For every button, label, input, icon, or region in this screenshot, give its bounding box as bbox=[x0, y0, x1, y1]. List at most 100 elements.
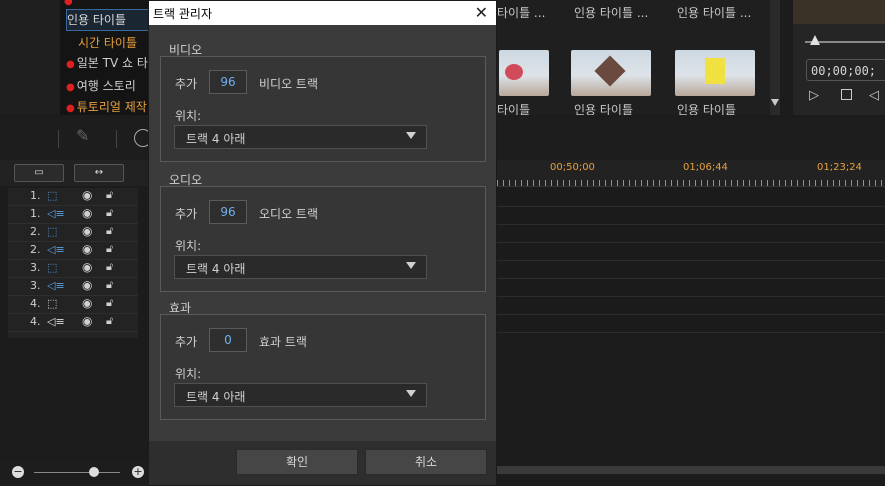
thumb-title: 타이틀 ... bbox=[497, 6, 546, 20]
fit-timeline-button[interactable]: ↔ bbox=[74, 164, 124, 182]
pen-icon[interactable]: ✎ bbox=[76, 126, 89, 145]
audio-position-select[interactable]: 트랙 4 아래 bbox=[174, 255, 427, 279]
unlock-icon[interactable]: 🔓︎ bbox=[106, 278, 113, 292]
dot-icon: ● bbox=[66, 59, 75, 70]
thumb-subtitle: 타이틀 bbox=[497, 104, 531, 115]
title-thumbnail[interactable] bbox=[499, 50, 549, 96]
unlock-icon[interactable]: 🔓︎ bbox=[106, 260, 113, 274]
track-row[interactable]: 4. ⬚ ◉ 🔓︎ bbox=[8, 296, 138, 314]
effect-count-input[interactable]: 0 bbox=[209, 328, 247, 352]
track-area[interactable] bbox=[497, 188, 885, 338]
timeline-hscroll[interactable] bbox=[497, 466, 885, 474]
video-track-icon: ⬚ bbox=[47, 225, 58, 238]
track-row[interactable]: 2. ⬚ ◉ 🔓︎ bbox=[8, 224, 138, 242]
track-row[interactable]: 3. ⬚ ◉ 🔓︎ bbox=[8, 260, 138, 278]
video-track-icon: ⬚ bbox=[47, 261, 58, 274]
heart-graphic bbox=[505, 64, 523, 80]
eye-icon[interactable]: ◉ bbox=[82, 188, 92, 202]
tree-item-tutorial[interactable]: ● 튜토리얼 제작 bbox=[66, 97, 154, 117]
zoom-in-icon[interactable]: + bbox=[132, 466, 144, 478]
track-divider bbox=[497, 332, 885, 333]
video-track-label: 비디오 트랙 bbox=[259, 77, 319, 91]
zoom-bar: − + bbox=[0, 460, 148, 486]
audio-add-label: 추가 bbox=[175, 207, 198, 221]
audio-section: 추가 96 오디오 트랙 위치: 트랙 4 아래 bbox=[160, 186, 486, 292]
stop-icon[interactable] bbox=[841, 89, 852, 100]
track-divider bbox=[497, 224, 885, 225]
video-count-input[interactable]: 96 bbox=[209, 70, 247, 94]
track-list: 1. ⬚ ◉ 🔓︎ 1. ◁≡ ◉ 🔓︎ 2. ⬚ ◉ 🔓︎ 2. ◁≡ ◉ 🔓… bbox=[8, 188, 138, 338]
zoom-slider[interactable] bbox=[34, 472, 120, 473]
unlock-icon[interactable]: 🔓︎ bbox=[106, 224, 113, 238]
dot-icon: ● bbox=[66, 103, 75, 114]
track-divider bbox=[497, 206, 885, 207]
track-divider bbox=[497, 242, 885, 243]
ok-button[interactable]: 확인 bbox=[236, 449, 358, 475]
eye-icon[interactable]: ◉ bbox=[82, 296, 92, 310]
title-thumbnail[interactable] bbox=[571, 50, 651, 96]
prev-frame-icon[interactable]: ◁ bbox=[869, 88, 879, 103]
timeline-ruler[interactable]: 00;50;00 01;06;44 01;23;24 bbox=[497, 160, 885, 187]
tree-item-japan-tv[interactable]: ● 일본 TV 쇼 타 bbox=[66, 53, 154, 73]
track-divider bbox=[497, 314, 885, 315]
scroll-down-icon[interactable] bbox=[771, 99, 779, 106]
chevron-down-icon bbox=[406, 390, 416, 397]
unlock-icon[interactable]: 🔓︎ bbox=[106, 206, 113, 220]
eye-icon[interactable]: ◉ bbox=[82, 278, 92, 292]
video-position-label: 위치: bbox=[175, 109, 202, 123]
timecode-display[interactable]: 00;00;00; bbox=[806, 59, 885, 81]
title-thumbnail[interactable] bbox=[675, 50, 755, 96]
unlock-icon[interactable]: 🔓︎ bbox=[106, 314, 113, 328]
eye-icon[interactable]: ◉ bbox=[82, 224, 92, 238]
track-row[interactable]: 4. ◁≡ ◉ 🔓︎ bbox=[8, 314, 138, 332]
eye-icon[interactable]: ◉ bbox=[82, 242, 92, 256]
audio-track-icon: ◁≡ bbox=[47, 315, 65, 328]
unlock-icon[interactable]: 🔓︎ bbox=[106, 296, 113, 310]
tree-item-travel-story[interactable]: ● 여행 스토리 bbox=[66, 76, 154, 96]
cancel-button[interactable]: 취소 bbox=[365, 449, 487, 475]
tree-item-quote-title[interactable]: 인용 타이틀 bbox=[66, 9, 156, 31]
library-scrollbar[interactable] bbox=[770, 0, 780, 115]
effect-section: 추가 0 효과 트랙 위치: 트랙 4 아래 bbox=[160, 314, 486, 420]
eye-icon[interactable]: ◉ bbox=[82, 314, 92, 328]
thumbnail-grid: 타이틀 ... 인용 타이틀 ... 인용 타이틀 ... 타이틀 인용 타이틀… bbox=[497, 0, 765, 115]
dot-icon: ● bbox=[66, 82, 75, 93]
track-row[interactable]: 2. ◁≡ ◉ 🔓︎ bbox=[8, 242, 138, 260]
video-position-select[interactable]: 트랙 4 아래 bbox=[174, 125, 427, 149]
divider bbox=[116, 130, 117, 148]
audio-count-input[interactable]: 96 bbox=[209, 200, 247, 224]
close-icon[interactable]: ✕ bbox=[475, 2, 488, 24]
slider-thumb-icon[interactable] bbox=[810, 35, 820, 45]
track-row[interactable]: 3. ◁≡ ◉ 🔓︎ bbox=[8, 278, 138, 296]
unlock-icon[interactable]: 🔓︎ bbox=[106, 188, 113, 202]
effect-track-label: 효과 트랙 bbox=[259, 335, 307, 349]
unlock-icon[interactable]: 🔓︎ bbox=[106, 242, 113, 256]
dialog-title: 트랙 관리자 bbox=[153, 7, 213, 21]
note-graphic bbox=[705, 58, 725, 84]
audio-position-label: 위치: bbox=[175, 239, 202, 253]
track-divider bbox=[497, 260, 885, 261]
zoom-slider-thumb[interactable] bbox=[89, 467, 99, 477]
dialog-footer: 확인 취소 bbox=[149, 441, 496, 485]
video-track-icon: ⬚ bbox=[47, 297, 58, 310]
dot-icon: ● bbox=[64, 0, 73, 7]
track-view-button[interactable]: ▭ bbox=[14, 164, 64, 182]
eye-icon[interactable]: ◉ bbox=[82, 260, 92, 274]
thumb-subtitle: 인용 타이틀 bbox=[574, 104, 634, 115]
video-section: 추가 96 비디오 트랙 위치: 트랙 4 아래 bbox=[160, 56, 486, 162]
play-icon[interactable]: ▷ bbox=[809, 88, 819, 103]
eye-icon[interactable]: ◉ bbox=[82, 206, 92, 220]
ruler-label: 01;23;24 bbox=[817, 162, 862, 173]
preview-image bbox=[793, 0, 885, 24]
dialog-titlebar[interactable]: 트랙 관리자 ✕ bbox=[149, 1, 496, 25]
effect-position-select[interactable]: 트랙 4 아래 bbox=[174, 383, 427, 407]
library-tree: ● 인용 타이틀 시간 타이틀 ● 일본 TV 쇼 타 ● 여행 스토리 ● 튜토리얼… bbox=[60, 0, 156, 117]
ruler-label: 01;06;44 bbox=[683, 162, 728, 173]
audio-track-label: 오디오 트랙 bbox=[259, 207, 319, 221]
preview-panel: ▷ ◁ bbox=[793, 0, 885, 115]
track-row[interactable]: 1. ⬚ ◉ 🔓︎ bbox=[8, 188, 138, 206]
track-row[interactable]: 1. ◁≡ ◉ 🔓︎ bbox=[8, 206, 138, 224]
zoom-out-icon[interactable]: − bbox=[12, 466, 24, 478]
audio-track-icon: ◁≡ bbox=[47, 279, 65, 292]
chevron-down-icon bbox=[406, 262, 416, 269]
